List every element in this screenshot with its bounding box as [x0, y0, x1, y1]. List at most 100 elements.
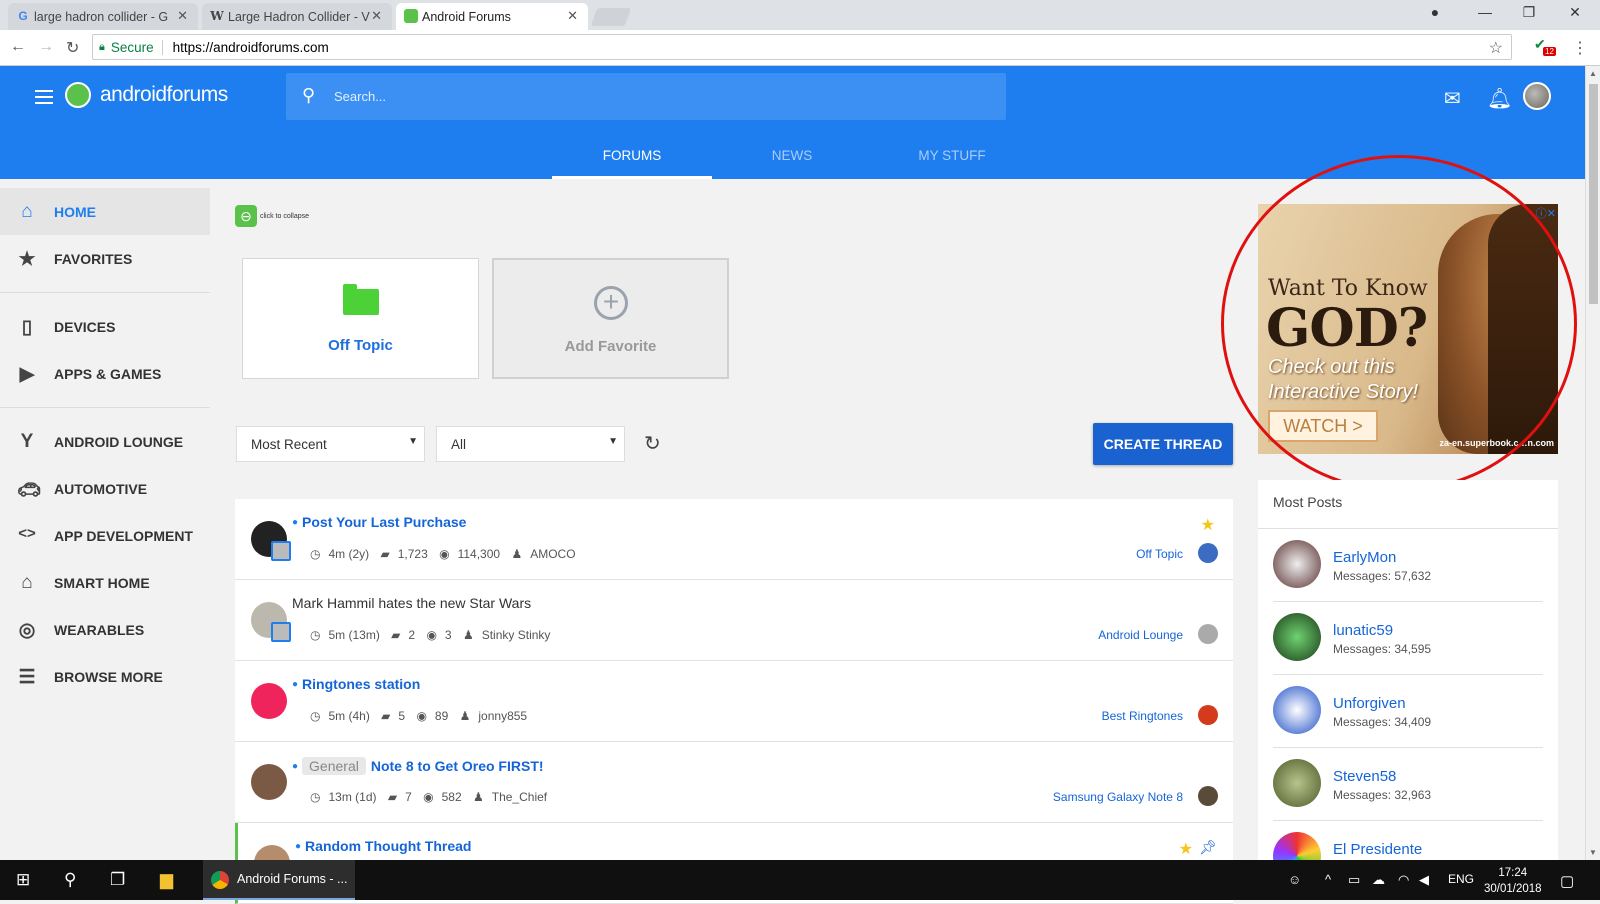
favorite-card-off-topic[interactable]: Off Topic [242, 258, 479, 379]
thread-row[interactable]: ● Post Your Last Purchase ◷ 4m (2y) ▰ 1,723… [235, 499, 1233, 580]
language-indicator[interactable]: ENG [1448, 872, 1474, 886]
sort-select[interactable]: Most Recent ▼ [236, 426, 425, 462]
site-logo-text[interactable]: androidforums [100, 83, 228, 107]
task-view-icon[interactable]: ❐ [110, 870, 125, 890]
browser-tab-active[interactable]: Android Forums ✕ [396, 3, 588, 30]
thread-avatar[interactable] [251, 683, 287, 719]
scrollbar-thumb[interactable] [1589, 84, 1598, 304]
restore-icon[interactable]: ❐ [1509, 4, 1549, 21]
close-window-icon[interactable]: ✕ [1555, 4, 1595, 21]
close-tab-icon[interactable]: ✕ [177, 8, 188, 24]
thread-title[interactable]: ● Random Thought Thread [295, 838, 471, 854]
tray-chevron-icon[interactable]: ^ [1325, 872, 1331, 887]
androidforums-logo-icon[interactable] [65, 82, 91, 108]
back-icon[interactable]: ← [10, 38, 26, 56]
list-item[interactable]: Unforgiven Messages: 34,409 [1273, 675, 1543, 748]
sidebar-item-android-lounge[interactable]: Y ANDROID LOUNGE [0, 418, 210, 465]
avatar[interactable] [1273, 613, 1321, 661]
volume-icon[interactable]: ◀ [1419, 872, 1429, 888]
forward-icon[interactable]: → [38, 38, 54, 56]
thread-author[interactable]: Stinky Stinky [482, 628, 551, 642]
search-icon[interactable]: ⚲ [302, 85, 315, 106]
tab-my-stuff[interactable]: MY STUFF [872, 140, 1032, 179]
user-name[interactable]: EarlyMon [1333, 549, 1396, 566]
create-thread-button[interactable]: CREATE THREAD [1093, 423, 1233, 465]
favorite-star-icon[interactable]: ★ [1179, 839, 1193, 859]
thread-forum-link[interactable]: Samsung Galaxy Note 8 [1053, 790, 1183, 804]
sidebar-item-home[interactable]: ⌂ HOME [0, 188, 210, 235]
file-explorer-icon[interactable]: ▆ [160, 870, 173, 890]
sidebar-item-browse-more[interactable]: ☰ BROWSE MORE [0, 653, 210, 700]
browser-tab[interactable]: G large hadron collider - G ✕ [8, 3, 198, 30]
browser-tab[interactable]: W Large Hadron Collider - V ✕ [202, 3, 392, 30]
add-favorite-card[interactable]: + Add Favorite [492, 258, 729, 379]
notifications-bell-icon[interactable]: 🔔︎ [1487, 86, 1512, 111]
user-name[interactable]: lunatic59 [1333, 622, 1393, 639]
thread-avatar[interactable] [251, 764, 287, 800]
url-field[interactable]: 🔒︎ Secure https://androidforums.com ☆ [92, 34, 1512, 60]
thread-forum-link[interactable]: Off Topic [1136, 547, 1183, 561]
mail-icon[interactable]: ✉ [1444, 86, 1461, 111]
sidebar-item-automotive[interactable]: 🚗︎ AUTOMOTIVE [0, 465, 210, 512]
user-avatar[interactable] [1523, 82, 1551, 110]
thread-author[interactable]: AMOCO [530, 547, 575, 561]
thread-title[interactable]: ● Ringtones station [292, 676, 420, 692]
scroll-up-icon[interactable]: ▲ [1589, 69, 1597, 78]
user-name[interactable]: Steven58 [1333, 768, 1396, 785]
sidebar-item-wearables[interactable]: ◎ WEARABLES [0, 606, 210, 653]
thread-author[interactable]: jonny855 [478, 709, 527, 723]
close-tab-icon[interactable]: ✕ [371, 8, 382, 24]
bookmark-star-icon[interactable]: ☆ [1489, 38, 1503, 58]
search-input[interactable] [334, 85, 934, 107]
avatar[interactable] [1273, 686, 1321, 734]
search-bar[interactable]: ⚲ [286, 73, 1006, 120]
refresh-icon[interactable]: ↻ [644, 431, 661, 456]
thread-title[interactable]: ● General Note 8 to Get Oreo FIRST! [292, 757, 544, 775]
profile-icon[interactable]: ● [1415, 4, 1455, 20]
user-name[interactable]: Unforgiven [1333, 695, 1406, 712]
reload-icon[interactable]: ↻ [66, 38, 79, 58]
new-tab-button[interactable] [590, 8, 632, 26]
menu-icon[interactable] [35, 90, 53, 108]
windows-start-icon[interactable]: ⊞ [16, 870, 30, 890]
thread-prefix[interactable]: General [302, 757, 366, 775]
thread-row[interactable]: Mark Hammil hates the new Star Wars ◷ 5m … [235, 580, 1233, 661]
thread-forum-link[interactable]: Android Lounge [1098, 628, 1183, 642]
minimize-icon[interactable]: — [1465, 4, 1505, 20]
thread-title[interactable]: ● Post Your Last Purchase [292, 514, 466, 530]
tab-forums[interactable]: FORUMS [552, 140, 712, 179]
close-tab-icon[interactable]: ✕ [567, 8, 578, 24]
thread-avatar[interactable] [251, 602, 291, 642]
thread-forum-link[interactable]: Best Ringtones [1102, 709, 1183, 723]
search-icon[interactable]: ⚲ [64, 870, 76, 890]
list-item[interactable]: lunatic59 Messages: 34,595 [1273, 602, 1543, 675]
sidebar-item-app-development[interactable]: <> APP DEVELOPMENT [0, 512, 210, 559]
action-center-icon[interactable]: ▢ [1560, 872, 1574, 890]
sidebar-item-apps-games[interactable]: ▶ APPS & GAMES [0, 350, 210, 397]
taskbar-chrome-app[interactable]: Android Forums - ... [203, 860, 355, 900]
sidebar-item-favorites[interactable]: ★ FAVORITES [0, 235, 210, 282]
people-icon[interactable]: ☺ [1288, 872, 1301, 887]
list-item[interactable]: Steven58 Messages: 32,963 [1273, 748, 1543, 821]
battery-icon[interactable]: ▭ [1348, 872, 1360, 888]
scroll-down-icon[interactable]: ▼ [1589, 848, 1597, 857]
sidebar-item-devices[interactable]: ▯ DEVICES [0, 303, 210, 350]
thread-row[interactable]: ● Ringtones station ◷ 5m (4h) ▰ 5 ◉ 89 ♟ jonn… [235, 661, 1233, 742]
thread-row[interactable]: ● General Note 8 to Get Oreo FIRST! ◷ 13m (… [235, 742, 1233, 823]
list-item[interactable]: EarlyMon Messages: 57,632 [1273, 529, 1543, 602]
sidebar-item-smart-home[interactable]: ⌂ SMART HOME [0, 559, 210, 606]
taskbar-clock[interactable]: 17:24 30/01/2018 [1484, 865, 1542, 897]
collapse-toggle[interactable]: ⊖ click to collapse [235, 205, 309, 227]
avatar[interactable] [1273, 759, 1321, 807]
favorite-star-icon[interactable]: ★ [1201, 515, 1215, 535]
thread-author[interactable]: The_Chief [492, 790, 547, 804]
thread-avatar[interactable] [251, 521, 291, 561]
extension-icon[interactable]: ✔ 12 [1534, 36, 1556, 58]
filter-select[interactable]: All ▼ [436, 426, 625, 462]
browser-menu-icon[interactable]: ⋮ [1572, 38, 1588, 58]
avatar[interactable] [1273, 540, 1321, 588]
page-scrollbar[interactable]: ▲ ▼ [1585, 66, 1600, 860]
user-name[interactable]: El Presidente [1333, 841, 1422, 858]
onedrive-icon[interactable]: ☁ [1372, 872, 1385, 888]
thread-title[interactable]: Mark Hammil hates the new Star Wars [292, 595, 531, 611]
